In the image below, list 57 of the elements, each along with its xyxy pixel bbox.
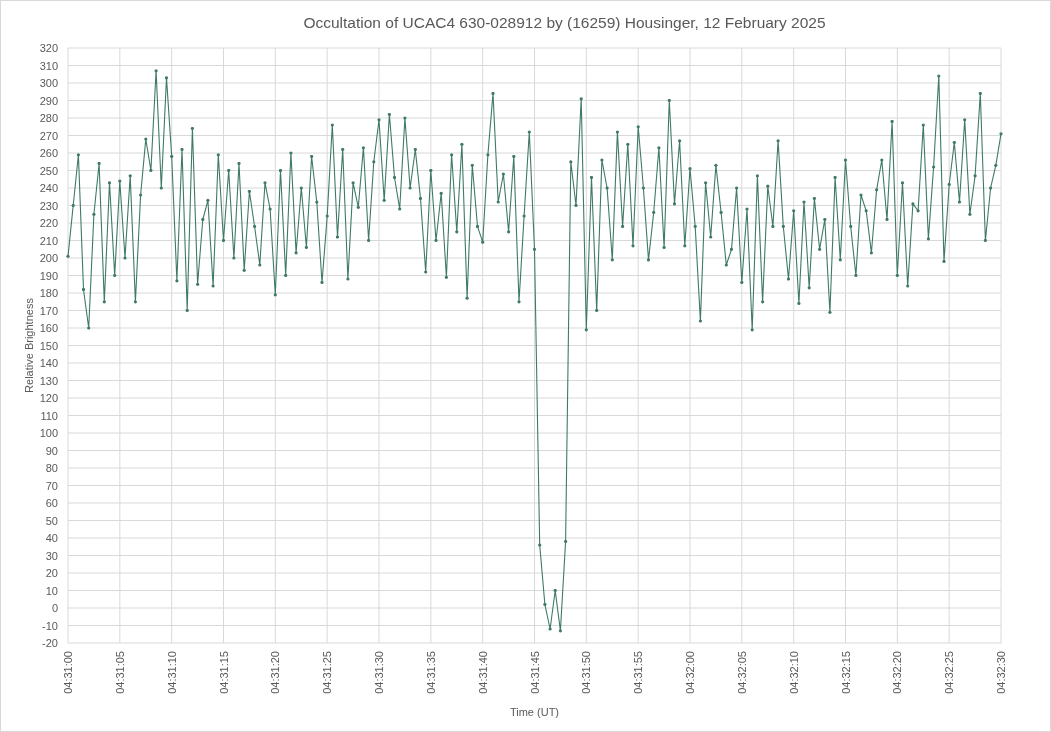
y-tick-label: -10 bbox=[42, 619, 58, 632]
y-tick-label: 310 bbox=[39, 59, 58, 72]
x-tick-label: 04:31:20 bbox=[269, 651, 282, 694]
y-tick-label: 170 bbox=[39, 304, 58, 317]
y-tick-label: 160 bbox=[39, 322, 58, 334]
x-tick-label: 04:32:05 bbox=[735, 651, 748, 694]
x-tick-label: 04:32:30 bbox=[995, 651, 1007, 694]
x-tick-label: 04:31:40 bbox=[476, 651, 489, 694]
y-tick-label: 100 bbox=[39, 427, 58, 439]
y-tick-label: 20 bbox=[45, 567, 58, 579]
chart-title: Occultation of UCAC4 630-028912 by (16259) Housinger, 12 February 2025 bbox=[303, 14, 826, 31]
x-tick-label: 04:32:00 bbox=[684, 651, 696, 694]
x-tick-label: 04:31:45 bbox=[528, 651, 541, 694]
x-tick-label: 04:32:15 bbox=[839, 651, 852, 694]
y-tick-label: 60 bbox=[45, 497, 58, 509]
y-tick-label: 300 bbox=[39, 77, 58, 89]
y-axis-title: Relative Brightness bbox=[23, 298, 35, 393]
x-axis-title: Time (UT) bbox=[509, 706, 560, 718]
x-tick-label: 04:31:35 bbox=[424, 651, 437, 694]
y-tick-label: 70 bbox=[45, 479, 58, 492]
y-tick-label: 180 bbox=[39, 287, 58, 299]
y-tick-label: 90 bbox=[45, 444, 58, 457]
x-tick-label: 04:31:05 bbox=[113, 651, 126, 694]
x-tick-label: 04:32:20 bbox=[891, 651, 904, 694]
y-tick-label: 10 bbox=[45, 584, 58, 597]
y-tick-label: 260 bbox=[39, 147, 58, 159]
y-tick-label: 30 bbox=[45, 549, 58, 562]
y-tick-label: 0 bbox=[51, 602, 58, 614]
y-tick-label: 270 bbox=[39, 129, 58, 142]
x-tick-label: 04:31:10 bbox=[165, 651, 178, 694]
y-tick-label: 290 bbox=[39, 94, 58, 107]
y-tick-label: 130 bbox=[39, 374, 58, 387]
y-tick-label: 50 bbox=[45, 514, 58, 527]
y-tick-label: 220 bbox=[39, 217, 58, 229]
x-tick-label: 04:32:10 bbox=[787, 651, 800, 694]
x-tick-label: 04:31:25 bbox=[321, 651, 334, 694]
y-tick-label: 240 bbox=[39, 182, 58, 194]
x-tick-label: 04:31:15 bbox=[217, 651, 230, 694]
y-tick-label: 120 bbox=[39, 392, 58, 404]
y-tick-label: 320 bbox=[39, 42, 58, 54]
y-tick-label: 80 bbox=[45, 462, 58, 474]
y-tick-label: 110 bbox=[40, 409, 58, 422]
y-tick-label: 230 bbox=[39, 199, 58, 212]
y-tick-label: 210 bbox=[39, 234, 58, 247]
y-tick-label: 200 bbox=[39, 252, 58, 264]
y-tick-label: 190 bbox=[39, 269, 58, 282]
y-tick-label: 280 bbox=[39, 112, 58, 124]
x-tick-label: 04:32:25 bbox=[943, 651, 956, 694]
y-tick-label: 140 bbox=[39, 357, 58, 369]
y-tick-label: 150 bbox=[39, 339, 58, 352]
x-tick-label: 04:31:55 bbox=[632, 651, 645, 694]
y-tick-label: 250 bbox=[39, 164, 58, 177]
y-tick-label: 40 bbox=[45, 532, 58, 544]
y-tick-label: -20 bbox=[42, 637, 58, 649]
x-tick-label: 04:31:00 bbox=[62, 651, 74, 694]
x-tick-label: 04:31:50 bbox=[580, 651, 593, 694]
x-tick-label: 04:31:30 bbox=[373, 651, 385, 694]
